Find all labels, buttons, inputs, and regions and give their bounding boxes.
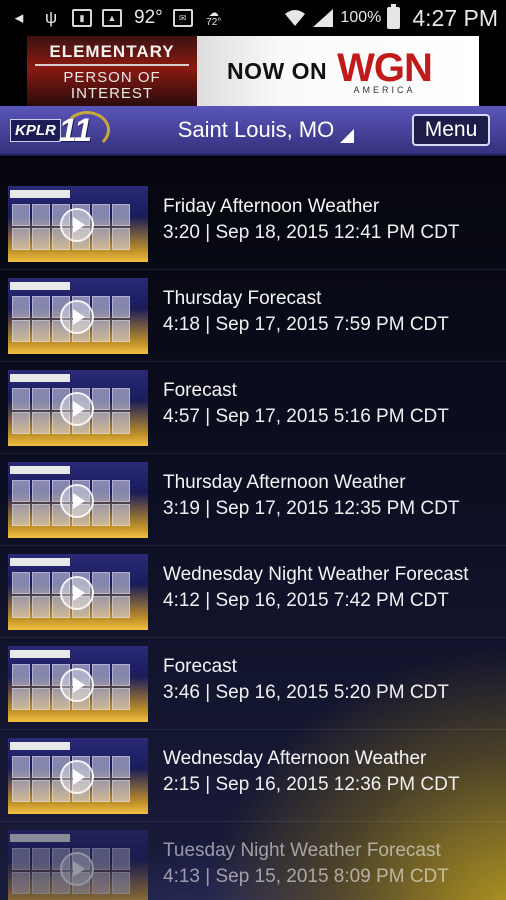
status-left: ◂ ψ ▮ ▲ 92° ✉ ☁ 72° <box>8 7 225 29</box>
video-list-item[interactable]: Thursday Forecast 4:18 | Sep 17, 2015 7:… <box>0 270 506 362</box>
ad-show-title-1: ELEMENTARY <box>35 42 189 66</box>
ad-show-panel: ELEMENTARY PERSON OF INTEREST <box>27 36 197 106</box>
thumbnail-banner <box>10 466 70 474</box>
video-thumbnail[interactable] <box>8 462 148 538</box>
thumbnail-banner <box>10 742 70 750</box>
thumbnail-banner <box>10 374 70 382</box>
ad-now-on-text: NOW ON <box>227 57 328 84</box>
video-list-item[interactable]: Thursday Afternoon Weather 3:19 | Sep 17… <box>0 454 506 546</box>
video-text: Friday Afternoon Weather 3:20 | Sep 18, … <box>163 178 459 244</box>
video-thumbnail[interactable] <box>8 278 148 354</box>
video-thumbnail[interactable] <box>8 646 148 722</box>
status-bar: ◂ ψ ▮ ▲ 92° ✉ ☁ 72° 100% 4:27 PM <box>0 0 506 36</box>
play-icon[interactable] <box>60 484 94 518</box>
thumbnail-banner <box>10 558 70 566</box>
video-thumbnail[interactable] <box>8 738 148 814</box>
station-logo[interactable]: KPLR 11 <box>0 105 112 155</box>
video-meta: 4:12 | Sep 16, 2015 7:42 PM CDT <box>163 590 449 611</box>
video-title: Wednesday Night Weather Forecast <box>163 564 469 585</box>
play-icon[interactable] <box>60 668 94 702</box>
image-icon: ▲ <box>102 9 122 27</box>
video-list-item[interactable]: Forecast 4:57 | Sep 17, 2015 5:16 PM CDT <box>0 362 506 454</box>
weather-icon: ☁ 72° <box>206 8 222 28</box>
ad-network-panel: NOW ON WGN AMERICA <box>197 36 479 106</box>
logo-text: KPLR <box>10 118 61 142</box>
signal-icon <box>312 8 334 28</box>
play-icon[interactable] <box>60 208 94 242</box>
ad-show-title-2: PERSON OF INTEREST <box>63 69 161 102</box>
video-text: Forecast 4:57 | Sep 17, 2015 5:16 PM CDT <box>163 362 449 428</box>
play-icon[interactable] <box>60 392 94 426</box>
video-text: Wednesday Night Weather Forecast 4:12 | … <box>163 546 469 612</box>
video-list-item[interactable]: Friday Afternoon Weather 3:20 | Sep 18, … <box>0 178 506 270</box>
battery-percent: 100% <box>340 9 382 26</box>
play-icon[interactable] <box>60 760 94 794</box>
back-arrow-icon: ◂ <box>14 8 24 27</box>
video-list-item[interactable]: Tuesday Night Weather Forecast 4:13 | Se… <box>0 822 506 900</box>
video-meta: 3:20 | Sep 18, 2015 12:41 PM CDT <box>163 222 460 243</box>
thumbnail-banner <box>10 834 70 842</box>
video-thumbnail[interactable] <box>8 370 148 446</box>
video-thumbnail[interactable] <box>8 186 148 262</box>
video-text: Thursday Afternoon Weather 3:19 | Sep 17… <box>163 454 459 520</box>
sd-card-icon: ▮ <box>72 9 92 27</box>
status-right: 100% 4:27 PM <box>284 4 498 32</box>
video-text: Forecast 3:46 | Sep 16, 2015 5:20 PM CDT <box>163 638 449 704</box>
temperature-text: 92° <box>134 7 163 28</box>
location-selector[interactable]: Saint Louis, MO <box>120 117 412 143</box>
video-title: Wednesday Afternoon Weather <box>163 748 427 769</box>
logo-swoosh-icon <box>64 111 110 149</box>
video-title: Friday Afternoon Weather <box>163 196 380 217</box>
mail-icon: ✉ <box>172 9 193 27</box>
play-icon[interactable] <box>60 300 94 334</box>
video-title: Thursday Forecast <box>163 288 322 309</box>
thumbnail-banner <box>10 282 70 290</box>
ad-banner[interactable]: ELEMENTARY PERSON OF INTEREST NOW ON WGN… <box>27 36 479 106</box>
play-icon[interactable] <box>60 576 94 610</box>
video-title: Forecast <box>163 380 237 401</box>
clock-time: 4:27 PM <box>412 4 498 31</box>
weather-temp-text: 72° <box>206 17 222 28</box>
dropdown-caret-icon <box>340 129 355 143</box>
ad-brand-sub: AMERICA <box>353 84 416 95</box>
video-meta: 4:13 | Sep 15, 2015 8:09 PM CDT <box>163 866 449 887</box>
thumbnail-banner <box>10 650 70 658</box>
video-list-item[interactable]: Forecast 3:46 | Sep 16, 2015 5:20 PM CDT <box>0 638 506 730</box>
video-title: Thursday Afternoon Weather <box>163 472 406 493</box>
video-meta: 4:18 | Sep 17, 2015 7:59 PM CDT <box>163 314 449 335</box>
thumbnail-banner <box>10 190 70 198</box>
video-list[interactable]: Friday Afternoon Weather 3:20 | Sep 18, … <box>0 158 506 900</box>
video-text: Wednesday Afternoon Weather 2:15 | Sep 1… <box>163 730 459 796</box>
ad-brand-name: WGN <box>337 45 433 90</box>
video-title: Forecast <box>163 656 237 677</box>
video-list-item[interactable]: Wednesday Afternoon Weather 2:15 | Sep 1… <box>0 730 506 822</box>
menu-button[interactable]: Menu <box>412 114 490 146</box>
video-meta: 3:19 | Sep 17, 2015 12:35 PM CDT <box>163 498 460 519</box>
video-meta: 2:15 | Sep 16, 2015 12:36 PM CDT <box>163 774 460 795</box>
video-thumbnail[interactable] <box>8 830 148 900</box>
wifi-icon <box>284 8 306 28</box>
location-text: Saint Louis, MO <box>177 117 335 142</box>
video-text: Thursday Forecast 4:18 | Sep 17, 2015 7:… <box>163 270 449 336</box>
play-icon[interactable] <box>60 852 94 886</box>
battery-icon <box>387 4 401 29</box>
app-header: KPLR 11 Saint Louis, MO Menu <box>0 106 506 156</box>
video-thumbnail[interactable] <box>8 554 148 630</box>
video-title: Tuesday Night Weather Forecast <box>163 840 441 861</box>
ad-brand-logo: WGN AMERICA <box>337 45 433 95</box>
video-meta: 4:57 | Sep 17, 2015 5:16 PM CDT <box>163 406 449 427</box>
video-text: Tuesday Night Weather Forecast 4:13 | Se… <box>163 822 449 888</box>
usb-icon: ψ <box>44 8 58 27</box>
video-meta: 3:46 | Sep 16, 2015 5:20 PM CDT <box>163 682 449 703</box>
video-list-item[interactable]: Wednesday Night Weather Forecast 4:12 | … <box>0 546 506 638</box>
